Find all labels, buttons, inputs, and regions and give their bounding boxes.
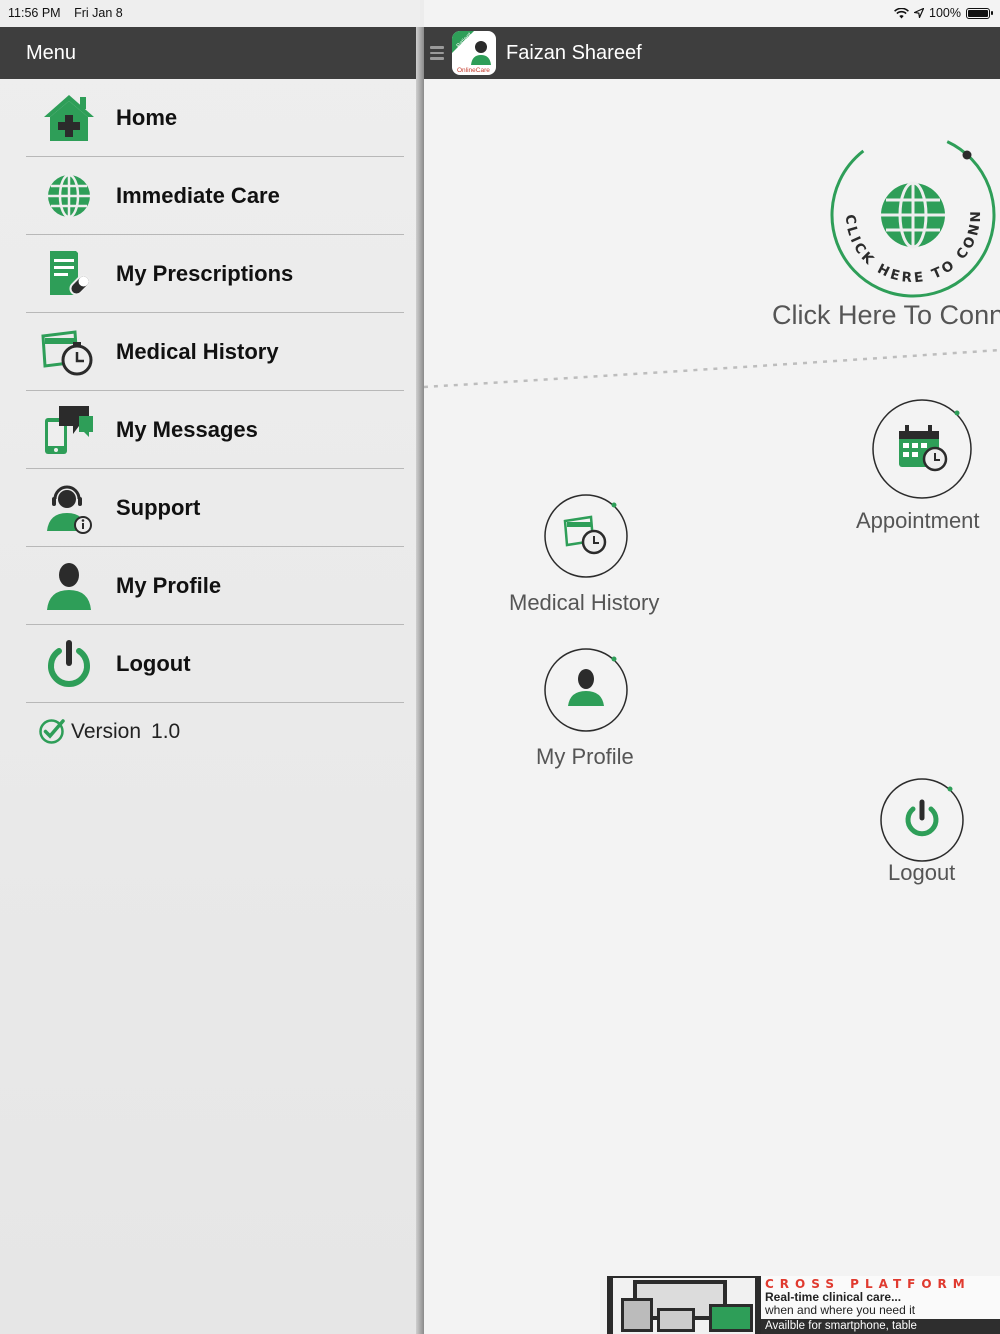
messages-icon bbox=[34, 400, 104, 460]
menu-item-support-label: Support bbox=[116, 494, 201, 520]
version-label: Version bbox=[71, 719, 142, 743]
support-icon bbox=[34, 478, 104, 538]
logout-label[interactable]: Logout bbox=[888, 860, 955, 886]
dotted-divider bbox=[424, 348, 1000, 389]
prescription-icon bbox=[34, 244, 104, 304]
profile-icon bbox=[568, 669, 604, 706]
banner-footer: Availble for smartphone, table bbox=[761, 1319, 1000, 1334]
menu-item-logout-label: Logout bbox=[116, 650, 191, 676]
version-info: Version 1.0 bbox=[38, 718, 180, 745]
drawer-header: Menu bbox=[0, 27, 420, 79]
status-date: Fri Jan 8 bbox=[74, 6, 123, 20]
my-profile-label[interactable]: My Profile bbox=[536, 744, 634, 770]
menu-item-my-profile[interactable]: My Profile bbox=[26, 547, 404, 625]
menu-item-my-prescriptions[interactable]: My Prescriptions bbox=[26, 235, 404, 313]
banner-line-2: when and where you need it bbox=[765, 1303, 916, 1317]
menu-item-my-messages[interactable]: My Messages bbox=[26, 391, 404, 469]
connect-label[interactable]: Click Here To Conn bbox=[772, 300, 1000, 331]
menu-item-support[interactable]: Support bbox=[26, 469, 404, 547]
side-drawer: Menu Home Immediate Care My Prescription… bbox=[0, 0, 420, 1334]
banner-title: CROSS PLATFORM bbox=[765, 1277, 971, 1291]
logout-button[interactable] bbox=[880, 778, 966, 864]
main-header: Patient OnlineCare Faizan Shareef bbox=[424, 27, 1000, 79]
promo-banner[interactable]: CROSS PLATFORM Real-time clinical care..… bbox=[607, 1276, 1000, 1334]
power-icon bbox=[905, 799, 939, 837]
wifi-icon bbox=[894, 7, 909, 18]
menu-item-immediate-care[interactable]: Immediate Care bbox=[26, 157, 404, 235]
app-logo: Patient OnlineCare bbox=[452, 31, 496, 75]
appointment-label[interactable]: Appointment bbox=[856, 508, 980, 534]
location-icon bbox=[914, 8, 925, 18]
medical-history-icon bbox=[563, 515, 607, 555]
power-icon bbox=[34, 634, 104, 694]
menu-item-medical-history-label: Medical History bbox=[116, 338, 279, 364]
medical-history-icon bbox=[34, 322, 104, 382]
check-circle-icon bbox=[39, 719, 65, 744]
medical-history-label[interactable]: Medical History bbox=[509, 590, 659, 616]
calendar-icon bbox=[899, 425, 948, 472]
menu-item-my-prescriptions-label: My Prescriptions bbox=[116, 260, 294, 286]
my-profile-button[interactable] bbox=[544, 648, 630, 734]
appointment-button[interactable] bbox=[871, 398, 975, 502]
devices-image bbox=[613, 1278, 755, 1334]
menu-item-immediate-care-label: Immediate Care bbox=[116, 182, 280, 208]
battery-icon bbox=[966, 7, 993, 19]
menu-item-logout[interactable]: Logout bbox=[26, 625, 404, 703]
menu-item-my-profile-label: My Profile bbox=[116, 572, 222, 598]
medical-history-button[interactable] bbox=[544, 494, 630, 580]
version-number: 1.0 bbox=[151, 719, 181, 743]
user-name: Faizan Shareef bbox=[506, 41, 642, 64]
logo-text: OnlineCare bbox=[457, 67, 490, 74]
banner-text: CROSS PLATFORM Real-time clinical care..… bbox=[761, 1276, 1000, 1334]
drawer-divider bbox=[416, 27, 424, 1334]
connect-button[interactable]: CLICK HERE TO CONNECT bbox=[822, 118, 1000, 302]
menu-list: Home Immediate Care My Prescriptions Med… bbox=[26, 79, 404, 703]
drawer-title: Menu bbox=[26, 41, 77, 64]
hamburger-menu-icon[interactable] bbox=[430, 46, 444, 60]
home-icon bbox=[34, 88, 104, 148]
status-time: 11:56 PM bbox=[8, 6, 61, 20]
menu-item-home-label: Home bbox=[116, 104, 178, 130]
globe-icon bbox=[34, 166, 104, 226]
menu-item-my-messages-label: My Messages bbox=[116, 416, 258, 442]
main-content: Patient OnlineCare Faizan Shareef CLICK … bbox=[424, 0, 1000, 1334]
menu-item-home[interactable]: Home bbox=[26, 79, 404, 157]
profile-icon bbox=[34, 556, 104, 616]
status-bar: 11:56 PM Fri Jan 8 100% bbox=[0, 0, 1000, 26]
battery-percent: 100% bbox=[929, 6, 961, 20]
menu-item-medical-history[interactable]: Medical History bbox=[26, 313, 404, 391]
